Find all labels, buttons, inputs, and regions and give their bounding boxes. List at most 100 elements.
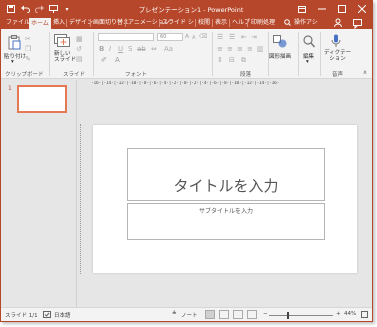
- paste-label[interactable]: 貼り付け: [4, 52, 26, 60]
- align-center-icon[interactable]: ≡: [227, 45, 233, 53]
- font-name-select[interactable]: [98, 33, 154, 41]
- decrease-indent-icon[interactable]: ⇤: [241, 33, 247, 41]
- increase-indent-icon[interactable]: ⇥: [251, 33, 257, 41]
- group-separator: [298, 32, 299, 76]
- align-text-icon[interactable]: ⊟: [229, 56, 235, 64]
- increase-font-icon[interactable]: A: [185, 33, 189, 41]
- microphone-icon[interactable]: [331, 34, 341, 48]
- tab-separator: [247, 19, 248, 27]
- format-painter-icon[interactable]: ✎: [25, 55, 31, 63]
- shapes-label[interactable]: 図形描画: [269, 52, 291, 60]
- reading-view-button[interactable]: [233, 310, 243, 319]
- group-label-voice: 音声: [332, 72, 344, 78]
- numbering-icon[interactable]: ☰: [229, 33, 235, 41]
- bullets-icon[interactable]: ☰: [217, 33, 223, 41]
- powerpoint-window: ▾ プレゼンテーション1 - PowerPoint ファイル ホーム 挿入 デザ…: [0, 0, 373, 322]
- ribbon-tabs: ファイル ホーム 挿入 デザイン 画面切り替え アニメーション スライド ショー…: [1, 17, 372, 30]
- normal-view-button[interactable]: [205, 310, 215, 319]
- font-color-icon[interactable]: A: [115, 56, 120, 64]
- shapes-icon[interactable]: [273, 35, 287, 48]
- minimize-icon[interactable]: [312, 1, 332, 17]
- zoom-out-button[interactable]: −: [263, 311, 268, 317]
- group-separator: [49, 32, 50, 76]
- search-icon[interactable]: [284, 17, 291, 29]
- italic-icon[interactable]: I: [109, 45, 111, 53]
- redo-icon[interactable]: [33, 3, 45, 15]
- ribbon-display-icon[interactable]: [292, 1, 312, 17]
- smartart-icon[interactable]: ⧉: [241, 56, 246, 64]
- qat-more-icon[interactable]: ▾: [61, 3, 73, 15]
- clear-format-icon[interactable]: ⌫: [199, 33, 207, 41]
- fit-to-window-icon[interactable]: [361, 311, 368, 320]
- strikethrough-icon[interactable]: ab: [137, 45, 146, 53]
- title-placeholder[interactable]: タイトルを入力: [127, 148, 325, 201]
- section-icon[interactable]: ▤: [76, 55, 83, 63]
- layout-icon[interactable]: ▦: [76, 35, 83, 43]
- text-direction-icon[interactable]: ⇕: [217, 56, 223, 64]
- tab-review[interactable]: 校閲: [196, 17, 212, 29]
- language[interactable]: 日本語: [54, 311, 71, 319]
- zoom-in-button[interactable]: +: [336, 311, 341, 317]
- change-case-icon[interactable]: Aa: [164, 45, 173, 53]
- slide-thumbnail[interactable]: [17, 85, 67, 113]
- ribbon: 貼り付け ▾ ✂ ❐ ✎ クリップボード 新しい スライド ▦ ↺ ▤ スライド…: [1, 29, 372, 79]
- group-label-paragraph: 段落: [240, 72, 252, 78]
- tab-print-processing[interactable]: 印刷処理: [249, 17, 277, 29]
- spellcheck-icon[interactable]: [43, 311, 51, 320]
- group-label-clipboard: クリップボード: [5, 72, 44, 78]
- tab-view[interactable]: 表示: [213, 17, 229, 29]
- bold-icon[interactable]: B: [99, 45, 104, 53]
- vertical-ruler: [80, 124, 86, 274]
- slide-count: スライド 1/1: [5, 313, 38, 319]
- subtitle-placeholder[interactable]: サブタイトルを入力: [127, 203, 325, 240]
- zoom-level[interactable]: 44%: [344, 311, 356, 317]
- new-slide-icon[interactable]: [54, 34, 70, 48]
- zoom-slider-thumb[interactable]: [287, 312, 289, 319]
- new-slide-label[interactable]: 新しい スライド: [54, 51, 76, 63]
- collapse-ribbon-icon[interactable]: ∧: [361, 68, 369, 76]
- paste-icon[interactable]: [7, 35, 21, 50]
- char-spacing-icon[interactable]: ⇔: [151, 45, 157, 53]
- undo-icon[interactable]: [19, 3, 31, 15]
- slide-number: 1: [8, 85, 12, 92]
- align-left-icon[interactable]: ≡: [217, 45, 223, 53]
- window-title: プレゼンテーション1 - PowerPoint: [138, 6, 244, 14]
- reset-icon[interactable]: ↺: [76, 45, 82, 53]
- font-size-select[interactable]: 60: [157, 33, 183, 41]
- group-label-font: フォント: [125, 72, 148, 78]
- decrease-font-icon[interactable]: A: [192, 34, 195, 42]
- group-label-slides: スライド: [63, 72, 86, 78]
- close-icon[interactable]: [352, 1, 372, 17]
- share-icon[interactable]: [334, 17, 342, 29]
- tab-insert[interactable]: 挿入: [51, 17, 67, 29]
- present-from-start-icon[interactable]: [47, 3, 59, 15]
- justify-icon[interactable]: ≡: [247, 45, 253, 53]
- tab-file[interactable]: ファイル: [4, 17, 32, 29]
- comments-icon[interactable]: [353, 17, 362, 30]
- copy-icon[interactable]: ❐: [25, 45, 31, 53]
- columns-icon[interactable]: ▥: [257, 45, 264, 53]
- slideshow-button[interactable]: [247, 310, 257, 319]
- dictation-label[interactable]: ディクテー ション: [324, 50, 351, 62]
- tell-me-search[interactable]: 操作アシ: [294, 17, 318, 29]
- tab-home[interactable]: ホーム: [29, 17, 51, 29]
- tab-slideshow[interactable]: スライド ショー: [160, 17, 194, 29]
- slide-sorter-button[interactable]: [219, 310, 229, 319]
- group-separator: [212, 32, 213, 76]
- zoom-slider[interactable]: [269, 315, 333, 316]
- notes-label[interactable]: ノート: [181, 311, 198, 319]
- notes-icon[interactable]: ≜: [172, 311, 177, 317]
- slide-canvas[interactable]: タイトルを入力 サブタイトルを入力: [93, 125, 357, 273]
- highlight-color-icon[interactable]: ✐: [101, 56, 107, 64]
- workspace: 1 ·16·|·14·|·12·|·10·|·8·|·6·|·4·|·2·|·0…: [1, 80, 372, 307]
- cut-icon[interactable]: ✂: [25, 35, 31, 43]
- horizontal-ruler: ·16·|·14·|·12·|·10·|·8·|·6·|·4·|·2·|·0·|…: [91, 81, 280, 86]
- save-icon[interactable]: [5, 3, 17, 15]
- paste-dropdown-icon[interactable]: ▾: [11, 59, 14, 65]
- align-right-icon[interactable]: ≡: [237, 45, 243, 53]
- underline-icon[interactable]: U: [118, 45, 123, 53]
- find-icon[interactable]: [303, 35, 315, 48]
- edit-dropdown-icon[interactable]: ▾: [306, 59, 309, 65]
- maximize-icon[interactable]: [332, 1, 352, 17]
- shadow-icon[interactable]: S: [128, 45, 132, 53]
